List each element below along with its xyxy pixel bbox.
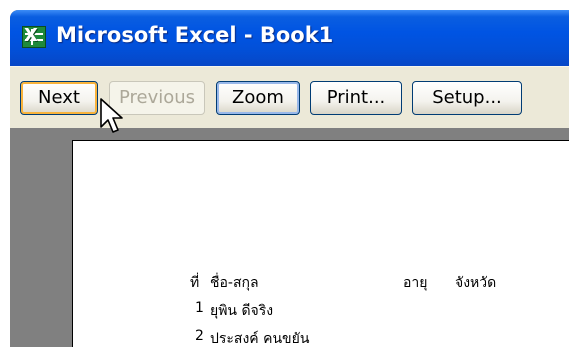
header-province: จังหวัด <box>455 275 497 291</box>
excel-window: X Microsoft Excel - Book1 Next Previous … <box>10 10 569 347</box>
header-age: อายุ <box>403 275 428 291</box>
row-name: ประสงค์ คนขยัน <box>210 331 310 347</box>
header-no: ที่ <box>190 275 200 291</box>
print-preview-area[interactable]: ที่ ชื่อ-สกุล อายุ จังหวัด 1 ยุพิน ดีจริ… <box>10 128 569 347</box>
title-bar[interactable]: X Microsoft Excel - Book1 <box>10 10 569 66</box>
row-no: 2 <box>195 328 204 344</box>
header-name: ชื่อ-สกุล <box>210 275 259 291</box>
row-no: 1 <box>195 300 204 316</box>
setup-button[interactable]: Setup... <box>412 81 522 115</box>
zoom-button[interactable]: Zoom <box>216 81 300 115</box>
next-button[interactable]: Next <box>20 81 98 115</box>
excel-icon-glyph: X <box>24 25 38 46</box>
window-title: Microsoft Excel - Book1 <box>56 23 334 47</box>
mouse-pointer-icon <box>100 98 123 133</box>
print-preview-toolbar: Next Previous Zoom Print... Setup... <box>10 66 569 129</box>
excel-icon[interactable]: X <box>22 25 46 48</box>
print-button[interactable]: Print... <box>310 81 402 115</box>
row-name: ยุพิน ดีจริง <box>210 303 274 319</box>
preview-page[interactable]: ที่ ชื่อ-สกุล อายุ จังหวัด 1 ยุพิน ดีจริ… <box>72 140 569 347</box>
